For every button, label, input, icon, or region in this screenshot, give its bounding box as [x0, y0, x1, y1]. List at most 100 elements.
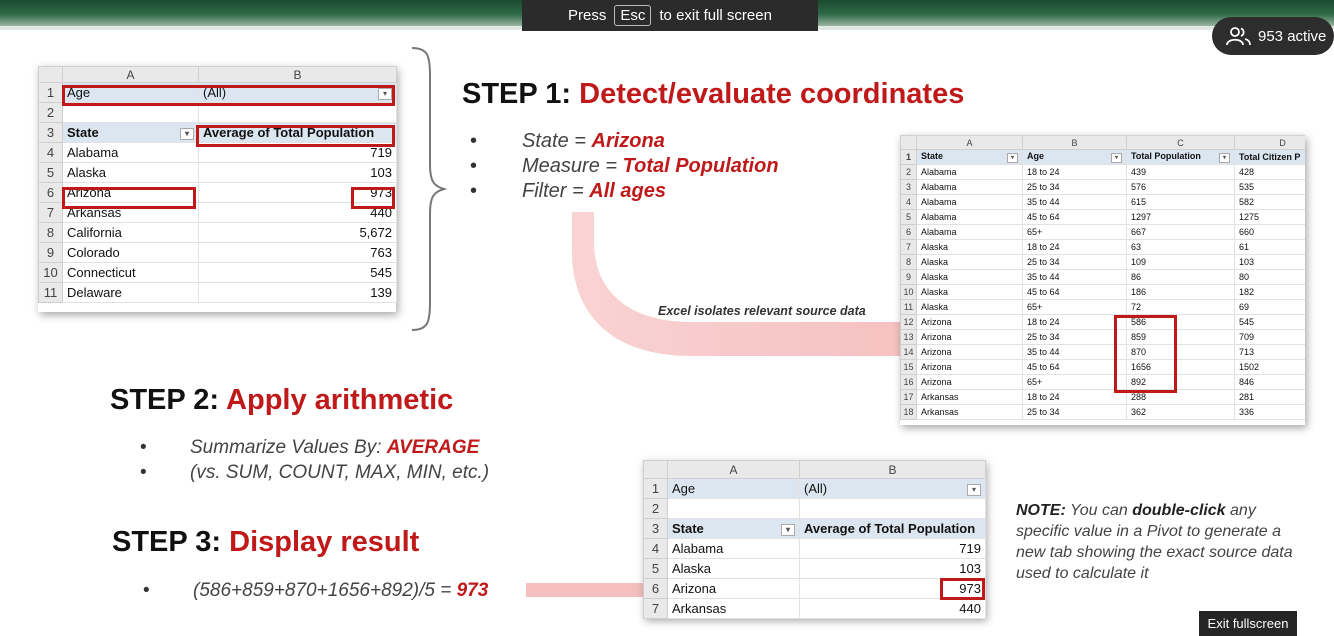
value-cell[interactable]: 103: [799, 558, 986, 579]
citizen-cell[interactable]: 582: [1234, 194, 1305, 210]
age-cell[interactable]: 65+: [1022, 374, 1127, 390]
age-cell[interactable]: 35 to 44: [1022, 269, 1127, 285]
population-cell[interactable]: 615: [1126, 194, 1235, 210]
age-cell[interactable]: 18 to 24: [1022, 239, 1127, 255]
chevron-down-icon[interactable]: ▾: [1219, 153, 1230, 163]
value-cell[interactable]: 719: [799, 538, 986, 559]
state-cell[interactable]: Connecticut: [62, 262, 199, 283]
state-cell[interactable]: Alaska: [667, 558, 800, 579]
age-cell[interactable]: 45 to 64: [1022, 284, 1127, 300]
state-cell[interactable]: Arizona: [916, 374, 1023, 390]
state-cell[interactable]: Arkansas: [916, 389, 1023, 405]
citizen-cell[interactable]: 281: [1234, 389, 1305, 405]
citizen-cell[interactable]: 1502: [1234, 359, 1305, 375]
filter-label-cell[interactable]: Age: [667, 478, 800, 499]
state-cell[interactable]: Alaska: [62, 162, 199, 183]
value-cell[interactable]: 139: [198, 282, 397, 303]
population-cell[interactable]: 1297: [1126, 209, 1235, 225]
row-field-header[interactable]: State ▾: [667, 518, 800, 539]
age-cell[interactable]: 45 to 64: [1022, 359, 1127, 375]
state-cell[interactable]: Alabama: [916, 164, 1023, 180]
age-cell[interactable]: 65+: [1022, 224, 1127, 240]
citizen-cell[interactable]: 61: [1234, 239, 1305, 255]
source-column-header[interactable]: Total Population ▾: [1126, 149, 1235, 165]
citizen-cell[interactable]: 709: [1234, 329, 1305, 345]
citizen-cell[interactable]: 535: [1234, 179, 1305, 195]
state-cell[interactable]: Arkansas: [667, 598, 800, 619]
citizen-cell[interactable]: 69: [1234, 299, 1305, 315]
state-cell[interactable]: Alaska: [916, 239, 1023, 255]
citizen-cell[interactable]: 545: [1234, 314, 1305, 330]
chevron-down-icon[interactable]: ▾: [180, 128, 194, 140]
filter-value-cell[interactable]: (All) ▾: [799, 478, 986, 499]
state-cell[interactable]: California: [62, 222, 199, 243]
population-cell[interactable]: 439: [1126, 164, 1235, 180]
citizen-cell[interactable]: 660: [1234, 224, 1305, 240]
population-cell[interactable]: 86: [1126, 269, 1235, 285]
state-cell[interactable]: Alabama: [916, 179, 1023, 195]
active-viewers-badge[interactable]: 953 active: [1212, 17, 1334, 55]
state-cell[interactable]: Arizona: [916, 314, 1023, 330]
population-cell[interactable]: 63: [1126, 239, 1235, 255]
population-cell[interactable]: 667: [1126, 224, 1235, 240]
chevron-down-icon[interactable]: ▾: [1007, 153, 1018, 163]
value-cell[interactable]: 5,672: [198, 222, 397, 243]
state-cell[interactable]: Alaska: [916, 299, 1023, 315]
table-row: 15 Arizona 45 to 64 1656 1502: [900, 359, 1305, 375]
state-cell[interactable]: Alaska: [916, 269, 1023, 285]
state-cell[interactable]: Arkansas: [916, 404, 1023, 420]
chevron-down-icon[interactable]: ▾: [967, 484, 981, 496]
state-cell[interactable]: Alabama: [916, 209, 1023, 225]
value-cell[interactable]: 763: [198, 242, 397, 263]
age-cell[interactable]: 25 to 34: [1022, 329, 1127, 345]
citizen-cell[interactable]: 336: [1234, 404, 1305, 420]
citizen-cell[interactable]: 182: [1234, 284, 1305, 300]
state-cell[interactable]: Alabama: [916, 224, 1023, 240]
chevron-down-icon[interactable]: ▾: [781, 524, 795, 536]
age-cell[interactable]: 18 to 24: [1022, 314, 1127, 330]
age-cell[interactable]: 65+: [1022, 299, 1127, 315]
state-cell[interactable]: Alabama: [916, 194, 1023, 210]
value-cell[interactable]: 545: [198, 262, 397, 283]
population-cell[interactable]: 109: [1126, 254, 1235, 270]
citizen-cell[interactable]: 713: [1234, 344, 1305, 360]
population-cell[interactable]: 72: [1126, 299, 1235, 315]
state-cell[interactable]: Delaware: [62, 282, 199, 303]
exit-fullscreen-button[interactable]: Exit fullscreen: [1199, 611, 1297, 636]
source-column-header[interactable]: Total Citizen P: [1234, 149, 1305, 165]
citizen-cell[interactable]: 80: [1234, 269, 1305, 285]
citizen-cell[interactable]: 103: [1234, 254, 1305, 270]
age-cell[interactable]: 35 to 44: [1022, 194, 1127, 210]
state-cell[interactable]: Arizona: [916, 344, 1023, 360]
state-cell[interactable]: Alabama: [62, 142, 199, 163]
value-field-header[interactable]: Average of Total Population: [799, 518, 986, 539]
age-cell[interactable]: 18 to 24: [1022, 389, 1127, 405]
state-cell[interactable]: Alaska: [916, 284, 1023, 300]
value-cell[interactable]: 440: [799, 598, 986, 619]
source-column-header[interactable]: State ▾: [916, 149, 1023, 165]
age-cell[interactable]: 25 to 34: [1022, 254, 1127, 270]
age-cell[interactable]: 25 to 34: [1022, 179, 1127, 195]
population-cell[interactable]: 186: [1126, 284, 1235, 300]
citizen-cell[interactable]: 428: [1234, 164, 1305, 180]
table-row: 13 Arizona 25 to 34 859 709: [900, 329, 1305, 345]
source-column-header[interactable]: Age ▾: [1022, 149, 1127, 165]
state-cell[interactable]: Alaska: [916, 254, 1023, 270]
age-cell[interactable]: 35 to 44: [1022, 344, 1127, 360]
state-cell[interactable]: Arizona: [916, 359, 1023, 375]
state-cell[interactable]: Alabama: [667, 538, 800, 559]
row-field-header[interactable]: State ▾: [62, 122, 199, 143]
state-cell[interactable]: Colorado: [62, 242, 199, 263]
citizen-cell[interactable]: 846: [1234, 374, 1305, 390]
state-cell[interactable]: Arizona: [916, 329, 1023, 345]
population-cell[interactable]: 576: [1126, 179, 1235, 195]
age-cell[interactable]: 18 to 24: [1022, 164, 1127, 180]
age-cell[interactable]: 45 to 64: [1022, 209, 1127, 225]
state-cell[interactable]: Arizona: [667, 578, 800, 599]
chevron-down-icon[interactable]: ▾: [1111, 153, 1122, 163]
value-cell[interactable]: 103: [198, 162, 397, 183]
age-cell[interactable]: 25 to 34: [1022, 404, 1127, 420]
table-row: 11 Delaware 139: [38, 282, 397, 303]
citizen-cell[interactable]: 1275: [1234, 209, 1305, 225]
population-cell[interactable]: 362: [1126, 404, 1235, 420]
